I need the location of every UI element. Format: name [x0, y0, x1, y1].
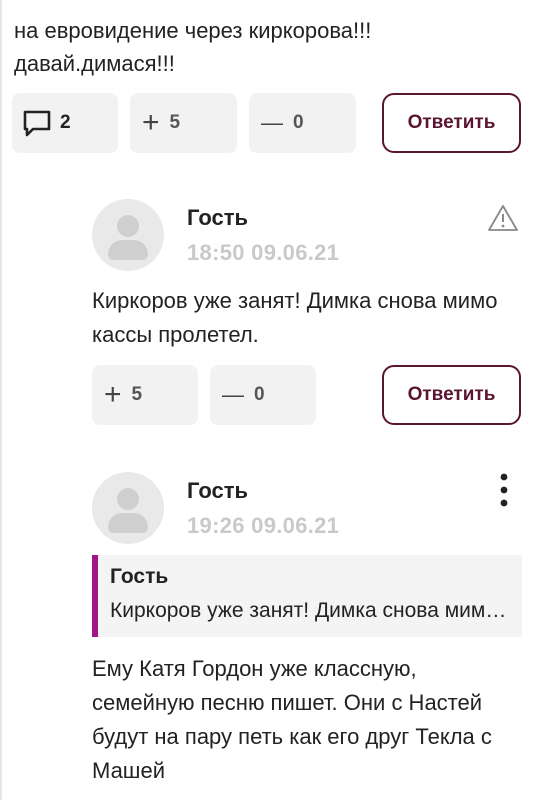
downvote-button[interactable]: — 0: [249, 93, 356, 153]
avatar: [92, 472, 164, 544]
minus-icon: —: [261, 110, 283, 135]
avatar-head-icon: [117, 215, 139, 237]
plus-icon: +: [104, 378, 122, 411]
quoted-comment[interactable]: Гость Киркоров уже занят! Димка снова ми…: [92, 555, 522, 637]
comment-text: на евровидение через киркорова!!! давай.…: [14, 18, 372, 76]
comment-text: Ему Катя Гордон уже классную, семейную п…: [92, 656, 492, 783]
comment-author[interactable]: Гость: [187, 205, 248, 231]
avatar-body-icon: [108, 513, 148, 533]
reply-button[interactable]: Ответить: [382, 93, 521, 153]
downvote-button[interactable]: — 0: [210, 365, 316, 425]
comment-text: Киркоров уже занят! Димка снова мимо кас…: [92, 288, 498, 347]
comment-bubble-icon: [22, 109, 52, 137]
comments-count: 2: [60, 112, 71, 133]
downvote-count: 0: [293, 112, 304, 133]
upvote-count: 5: [131, 384, 143, 405]
comment-time: 18:50 09.06.21: [187, 240, 340, 265]
comments-count-button[interactable]: 2: [12, 93, 118, 153]
comment-author[interactable]: Гость: [187, 478, 248, 504]
avatar-body-icon: [108, 240, 148, 260]
quote-text: Киркоров уже занят! Димка снова мимо кас…: [110, 599, 515, 622]
more-options-icon[interactable]: [492, 472, 516, 508]
report-warning-icon[interactable]: [486, 203, 520, 233]
upvote-count: 5: [169, 112, 181, 133]
upvote-button[interactable]: + 5: [130, 93, 237, 153]
thread-line: [0, 0, 2, 800]
downvote-count: 0: [254, 384, 265, 405]
reply-button[interactable]: Ответить: [382, 365, 521, 425]
minus-icon: —: [222, 382, 244, 407]
comment-time: 19:26 09.06.21: [187, 513, 340, 538]
plus-icon: +: [142, 106, 160, 139]
avatar: [92, 199, 164, 271]
avatar-head-icon: [117, 488, 139, 510]
quote-author: Гость: [110, 565, 169, 588]
upvote-button[interactable]: + 5: [92, 365, 198, 425]
